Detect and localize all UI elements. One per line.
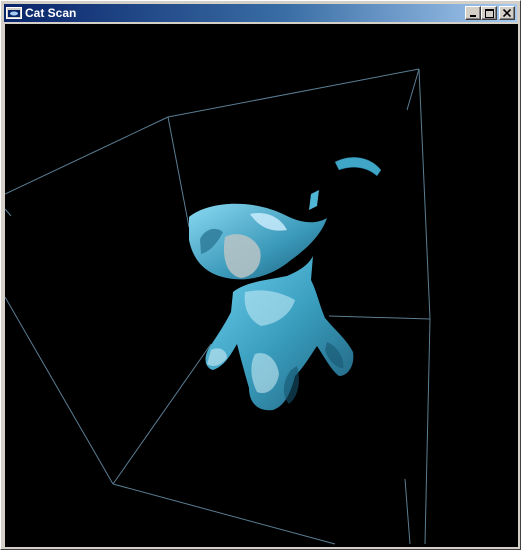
app-window-icon[interactable] [6, 6, 22, 20]
scene-canvas[interactable] [5, 24, 518, 547]
caption-buttons [465, 6, 515, 20]
close-button[interactable] [499, 6, 515, 20]
tail-fragment [334, 157, 382, 177]
bounding-box-wireframe [5, 68, 431, 545]
3d-viewport[interactable] [5, 24, 518, 547]
ear-fragment [309, 190, 319, 210]
maximize-button[interactable] [481, 6, 497, 20]
minimize-button[interactable] [465, 6, 481, 20]
cat-body [205, 256, 354, 411]
app-window: Cat Scan [0, 0, 521, 550]
title-bar[interactable]: Cat Scan [4, 4, 517, 22]
minimize-icon [469, 9, 477, 17]
window-title: Cat Scan [25, 6, 77, 20]
cat-scan-model[interactable] [189, 157, 382, 411]
close-icon [503, 9, 511, 17]
maximize-icon [484, 8, 494, 18]
